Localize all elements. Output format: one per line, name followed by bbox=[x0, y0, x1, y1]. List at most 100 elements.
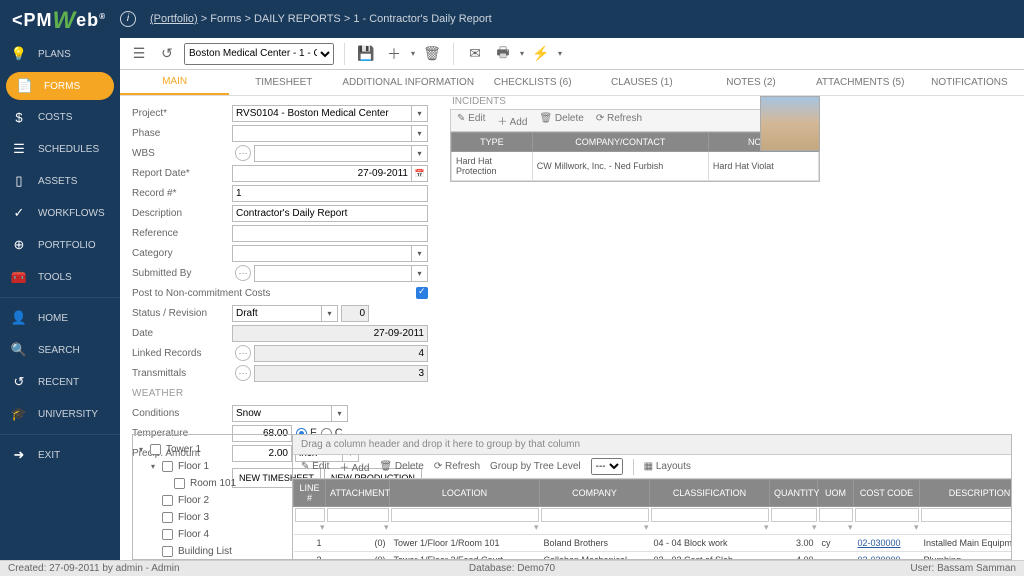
grid-filter-input[interactable] bbox=[295, 508, 325, 522]
grid-filter-input[interactable] bbox=[819, 508, 853, 522]
bc-portfolio[interactable]: (Portfolio) bbox=[150, 13, 198, 25]
nav-forms[interactable]: 📄FORMS bbox=[6, 72, 114, 100]
trans-more-icon[interactable]: ⋯ bbox=[235, 365, 251, 381]
tree-checkbox[interactable] bbox=[162, 512, 173, 523]
tab-checklists-6-[interactable]: CHECKLISTS (6) bbox=[478, 71, 587, 94]
subby-field[interactable] bbox=[254, 265, 412, 282]
ref-field[interactable] bbox=[232, 225, 428, 242]
grid-filter-input[interactable] bbox=[771, 508, 817, 522]
wbs-more-icon[interactable]: ⋯ bbox=[235, 145, 251, 161]
tab-main[interactable]: MAIN bbox=[120, 70, 229, 95]
inc-add-button[interactable]: ＋ Add bbox=[497, 113, 527, 128]
inc-delete-button[interactable]: 🗑 Delete bbox=[539, 113, 583, 128]
tab-notifications[interactable]: NOTIFICATIONS bbox=[915, 71, 1024, 94]
tree-node[interactable]: Floor 4 bbox=[139, 526, 286, 543]
tree-node[interactable]: ▾Tower 1 bbox=[139, 441, 286, 458]
inc-refresh-button[interactable]: ⟳ Refresh bbox=[596, 113, 642, 128]
linked-more-icon[interactable]: ⋯ bbox=[235, 345, 251, 361]
tree-node[interactable]: Floor 2 bbox=[139, 492, 286, 509]
inc-edit-button[interactable]: ✎ Edit bbox=[457, 113, 485, 128]
project-field[interactable] bbox=[232, 105, 412, 122]
tree-checkbox[interactable] bbox=[162, 461, 173, 472]
nav-exit[interactable]: ➜EXIT bbox=[0, 439, 120, 471]
attachment-thumbnail[interactable] bbox=[760, 96, 820, 151]
revision-field[interactable] bbox=[341, 305, 369, 322]
tab-timesheet[interactable]: TIMESHEET bbox=[229, 71, 338, 94]
grid-filter-input[interactable] bbox=[327, 508, 389, 522]
cat-field[interactable] bbox=[232, 245, 412, 262]
recordno-field[interactable] bbox=[232, 185, 428, 202]
grid-col-header[interactable]: ATTACHMENT bbox=[326, 480, 390, 507]
cond-dd[interactable]: ▾ bbox=[332, 405, 348, 422]
cond-field[interactable] bbox=[232, 405, 332, 422]
grid-add-button[interactable]: ＋ Add bbox=[339, 459, 369, 474]
tree-node[interactable]: Building List bbox=[139, 543, 286, 559]
tree-checkbox[interactable] bbox=[174, 478, 185, 489]
nav-assets[interactable]: ▯ASSETS bbox=[0, 165, 120, 197]
add-icon[interactable]: ＋ bbox=[383, 43, 405, 65]
history-icon[interactable]: ↺ bbox=[156, 43, 178, 65]
grid-filter-input[interactable] bbox=[391, 508, 539, 522]
phase-dd[interactable]: ▾ bbox=[412, 125, 428, 142]
nav-search[interactable]: 🔍SEARCH bbox=[0, 334, 120, 366]
calendar-icon[interactable]: 📅 bbox=[412, 165, 428, 182]
wbs-field[interactable] bbox=[254, 145, 412, 162]
grid-col-header[interactable]: CLASSIFICATION bbox=[650, 480, 770, 507]
grid-col-header[interactable]: UOM bbox=[818, 480, 854, 507]
tree-node[interactable]: ▾Floor 1 bbox=[139, 458, 286, 475]
grid-col-header[interactable]: DESCRIPTION bbox=[920, 480, 1012, 507]
nav-workflows[interactable]: ✓WORKFLOWS bbox=[0, 197, 120, 229]
nav-costs[interactable]: $COSTS bbox=[0, 102, 120, 133]
project-dd[interactable]: ▾ bbox=[412, 105, 428, 122]
tab-additional-information[interactable]: ADDITIONAL INFORMATION bbox=[338, 71, 478, 94]
tree-checkbox[interactable] bbox=[162, 529, 173, 540]
status-dd[interactable]: ▾ bbox=[322, 305, 338, 322]
grid-col-header[interactable]: LOCATION bbox=[390, 480, 540, 507]
nav-portfolio[interactable]: ⊕PORTFOLIO bbox=[0, 229, 120, 261]
info-icon[interactable]: i bbox=[120, 11, 136, 27]
wbs-dd[interactable]: ▾ bbox=[412, 145, 428, 162]
subby-dd[interactable]: ▾ bbox=[412, 265, 428, 282]
nav-tools[interactable]: 🧰TOOLS bbox=[0, 261, 120, 293]
grid-group-select[interactable]: --- bbox=[591, 458, 623, 475]
post-checkbox[interactable] bbox=[416, 287, 428, 299]
mail-icon[interactable]: ✉ bbox=[464, 43, 486, 65]
incident-row[interactable]: Hard Hat ProtectionCW Millwork, Inc. - N… bbox=[452, 152, 819, 181]
bolt-icon[interactable]: ⚡ bbox=[530, 43, 552, 65]
delete-icon[interactable]: 🗑 bbox=[421, 43, 443, 65]
bc-daily-reports[interactable]: DAILY REPORTS bbox=[254, 13, 341, 25]
cat-dd[interactable]: ▾ bbox=[412, 245, 428, 262]
grid-refresh-button[interactable]: ⟳ Refresh bbox=[434, 461, 480, 472]
tab-clauses-1-[interactable]: CLAUSES (1) bbox=[587, 71, 696, 94]
bc-forms[interactable]: Forms bbox=[210, 13, 241, 25]
list-view-icon[interactable]: ☰ bbox=[128, 43, 150, 65]
grid-filter-input[interactable] bbox=[855, 508, 919, 522]
status-field[interactable] bbox=[232, 305, 322, 322]
save-icon[interactable]: 💾 bbox=[355, 43, 377, 65]
reportdate-field[interactable] bbox=[232, 165, 412, 182]
grid-filter-input[interactable] bbox=[651, 508, 769, 522]
tree-node[interactable]: Room 101 bbox=[139, 475, 286, 492]
nav-plans[interactable]: 💡PLANS bbox=[0, 38, 120, 70]
cost-code-link[interactable]: 02-030000 bbox=[858, 555, 901, 559]
nav-university[interactable]: 🎓UNIVERSITY bbox=[0, 398, 120, 430]
grid-row[interactable]: 1(0)Tower 1/Floor 1/Room 101Boland Broth… bbox=[294, 535, 1012, 552]
grid-layouts-button[interactable]: ▦ Layouts bbox=[644, 461, 691, 472]
desc-field[interactable] bbox=[232, 205, 428, 222]
subby-more-icon[interactable]: ⋯ bbox=[235, 265, 251, 281]
grid-filter-input[interactable] bbox=[541, 508, 649, 522]
grid-edit-button[interactable]: ✎ Edit bbox=[301, 461, 329, 472]
tree-checkbox[interactable] bbox=[162, 546, 173, 557]
grid-row[interactable]: 2(0)Tower 1/Floor 3/Food CourtCallahan M… bbox=[294, 552, 1012, 560]
group-by-bar[interactable]: Drag a column header and drop it here to… bbox=[293, 435, 1011, 455]
tree-node[interactable]: Floor 3 bbox=[139, 509, 286, 526]
phase-field[interactable] bbox=[232, 125, 412, 142]
tree-checkbox[interactable] bbox=[150, 444, 161, 455]
tree-checkbox[interactable] bbox=[162, 495, 173, 506]
grid-col-header[interactable]: QUANTITY bbox=[770, 480, 818, 507]
print-icon[interactable]: 🖶 bbox=[492, 43, 514, 65]
nav-home[interactable]: 👤HOME bbox=[0, 302, 120, 334]
nav-schedules[interactable]: ☰SCHEDULES bbox=[0, 133, 120, 165]
grid-filter-input[interactable] bbox=[921, 508, 1012, 522]
grid-delete-button[interactable]: 🗑 Delete bbox=[379, 461, 423, 472]
